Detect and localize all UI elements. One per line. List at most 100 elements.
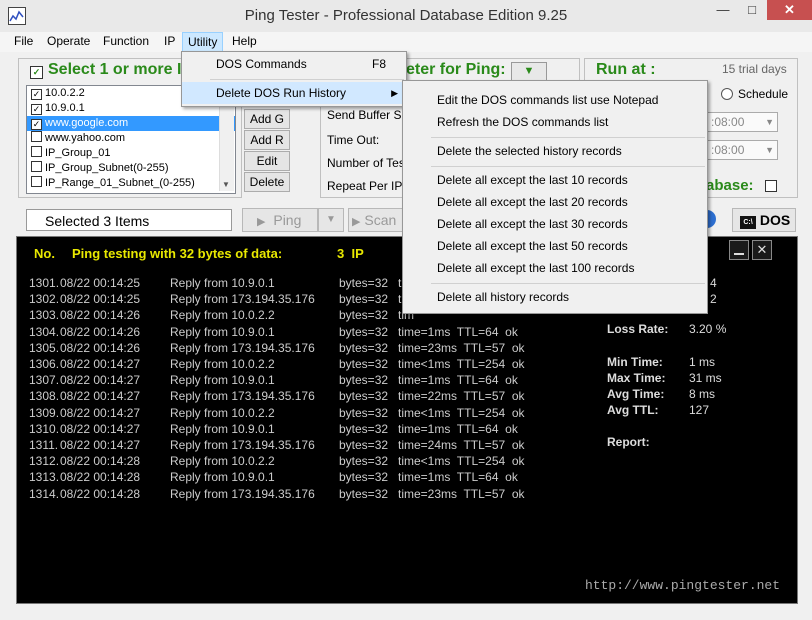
checked-checkbox-icon[interactable]: ✓	[31, 89, 42, 100]
console-time: 08/22 00:14:26	[60, 324, 141, 339]
console-header-msg: Ping testing with 32 bytes of data:	[72, 246, 283, 261]
edit-button[interactable]: Edit	[244, 151, 290, 171]
menu-file[interactable]: File	[9, 32, 38, 51]
console-no: 1309.	[29, 405, 60, 420]
trial-days: 15 trial days	[722, 62, 787, 76]
console-reply: Reply from 10.0.2.2	[170, 405, 275, 420]
minimize-icon	[734, 253, 744, 255]
add-range-button[interactable]: Add R	[244, 130, 290, 150]
console-reply: Reply from 10.9.0.1	[170, 470, 275, 485]
schedule-radio[interactable]	[721, 88, 733, 100]
dos-commands-shortcut: F8	[371, 57, 386, 71]
add-group-button[interactable]: Add G	[244, 109, 290, 129]
scroll-down-icon[interactable]: ▼	[222, 180, 230, 189]
host-list-item[interactable]: IP_Group_Subnet(0-255)	[27, 161, 235, 176]
submenu-item[interactable]: Delete all except the last 30 records	[403, 214, 707, 234]
checked-checkbox-icon[interactable]: ✓	[31, 119, 42, 130]
website-url[interactable]: http://www.pingtester.net	[585, 578, 780, 593]
console-bytes: bytes=32	[339, 389, 389, 404]
delete-button[interactable]: Delete	[244, 172, 290, 192]
terminal-icon: C:\	[740, 216, 756, 229]
menu-item-delete-history[interactable]: Delete DOS Run History ▶	[182, 82, 406, 104]
menu-function[interactable]: Function	[98, 32, 154, 51]
console-minimize-button[interactable]	[729, 240, 749, 260]
menu-utility[interactable]: Utility	[182, 32, 224, 53]
console-bytes: bytes=32	[339, 373, 389, 388]
submenu-item[interactable]: Delete the selected history records	[403, 141, 707, 161]
stat-label: Max Time:	[607, 371, 666, 385]
play-icon: ▶	[352, 216, 361, 228]
host-list-item[interactable]: IP_Range_01_Subnet_(0-255)	[27, 176, 235, 191]
window-title: Ping Tester - Professional Database Edit…	[244, 7, 568, 24]
console-no: 1311.	[29, 438, 59, 452]
host-label: www.google.com	[45, 117, 129, 129]
maximize-button[interactable]: □	[737, 0, 767, 20]
console-bytes: bytes=32	[339, 470, 389, 485]
parameter-dropdown[interactable]: ▼	[511, 62, 547, 81]
history-submenu: Edit the DOS commands list use Notepad Re…	[402, 80, 708, 314]
submenu-item[interactable]: Delete all except the last 10 records	[403, 170, 707, 190]
console-stat: time=24ms TTL=57 ok	[398, 438, 525, 452]
checked-checkbox-icon[interactable]: ✓	[31, 104, 42, 115]
console-stat: time<1ms TTL=254 ok	[398, 405, 525, 420]
console-reply: Reply from 10.0.2.2	[170, 454, 275, 469]
ping-button[interactable]: ▶ Ping	[242, 208, 318, 232]
checkbox-icon[interactable]	[31, 161, 42, 172]
checkbox-icon[interactable]	[31, 131, 42, 142]
dos-button[interactable]: C:\ DOS	[732, 208, 796, 232]
menu-help[interactable]: Help	[227, 32, 262, 51]
utility-menu: DOS Commands F8 Delete DOS Run History ▶	[181, 51, 407, 107]
database-label: abase:	[706, 177, 754, 194]
check-icon[interactable]: ✓	[30, 66, 43, 79]
host-label: www.yahoo.com	[45, 132, 126, 144]
checkbox-icon[interactable]	[31, 176, 42, 187]
console-header-no: No.	[34, 246, 55, 261]
number-of-tests-label: Number of Test	[327, 156, 409, 170]
console-reply: Reply from 173.194.35.176	[170, 389, 315, 404]
submenu-item[interactable]: Delete all except the last 100 records	[403, 258, 707, 278]
close-button[interactable]: ✕	[767, 0, 812, 20]
menu-item-dos-commands[interactable]: DOS Commands F8	[182, 53, 406, 75]
submenu-item[interactable]: Refresh the DOS commands list	[403, 112, 707, 132]
console-bytes: bytes=32	[339, 308, 389, 323]
chevron-down-icon: ▼	[765, 145, 774, 155]
console-reply: Reply from 173.194.35.176	[170, 340, 315, 355]
ping-label: Ping	[273, 212, 302, 228]
host-list-item[interactable]: IP_Group_01	[27, 146, 235, 161]
host-list-item[interactable]: www.yahoo.com	[27, 131, 235, 146]
end-time-picker[interactable]: :08:00 ▼	[706, 140, 778, 160]
stat-value: 31 ms	[689, 371, 722, 385]
minimize-button[interactable]: —	[708, 0, 738, 20]
console-time: 08/22 00:14:27	[60, 373, 141, 388]
menu-separator	[431, 283, 705, 284]
console-bytes: bytes=32	[339, 357, 389, 371]
start-time-value: :08:00	[711, 115, 745, 129]
console-bytes: bytes=32	[339, 276, 389, 290]
menu-operate[interactable]: Operate	[42, 32, 95, 51]
stat-value: 127	[689, 403, 710, 417]
host-list-item[interactable]: ✓ www.google.com	[27, 116, 235, 131]
stat-label: Min Time:	[607, 355, 663, 369]
console-reply: Reply from 10.9.0.1	[170, 373, 275, 388]
console-time: 08/22 00:14:28	[60, 470, 141, 485]
console-bytes: bytes=32	[339, 324, 389, 339]
database-checkbox[interactable]	[765, 180, 777, 192]
console-reply: Reply from 10.9.0.1	[170, 421, 275, 436]
submenu-item[interactable]: Edit the DOS commands list use Notepad	[403, 90, 707, 110]
stat-label: Loss Rate:	[607, 322, 669, 336]
console-no: 1314.	[29, 486, 60, 501]
host-label: IP_Range_01_Subnet_(0-255)	[45, 177, 195, 189]
submenu-item[interactable]: Delete all except the last 50 records	[403, 236, 707, 256]
scan-button[interactable]: ▶ Scan i	[348, 208, 404, 252]
console-no: 1313.	[29, 470, 60, 485]
stat-label: Avg TTL:	[607, 403, 659, 417]
buffer-size-label: Send Buffer Siz	[327, 108, 411, 122]
console-close-button[interactable]: ✕	[752, 240, 772, 260]
menu-ip[interactable]: IP	[159, 32, 180, 51]
submenu-item[interactable]: Delete all except the last 20 records	[403, 192, 707, 212]
ping-options-dropdown[interactable]: ▼	[318, 208, 344, 232]
console-stat: time=22ms TTL=57 ok	[398, 389, 525, 404]
submenu-item[interactable]: Delete all history records	[403, 287, 707, 307]
start-time-picker[interactable]: :08:00 ▼	[706, 112, 778, 132]
checkbox-icon[interactable]	[31, 146, 42, 157]
